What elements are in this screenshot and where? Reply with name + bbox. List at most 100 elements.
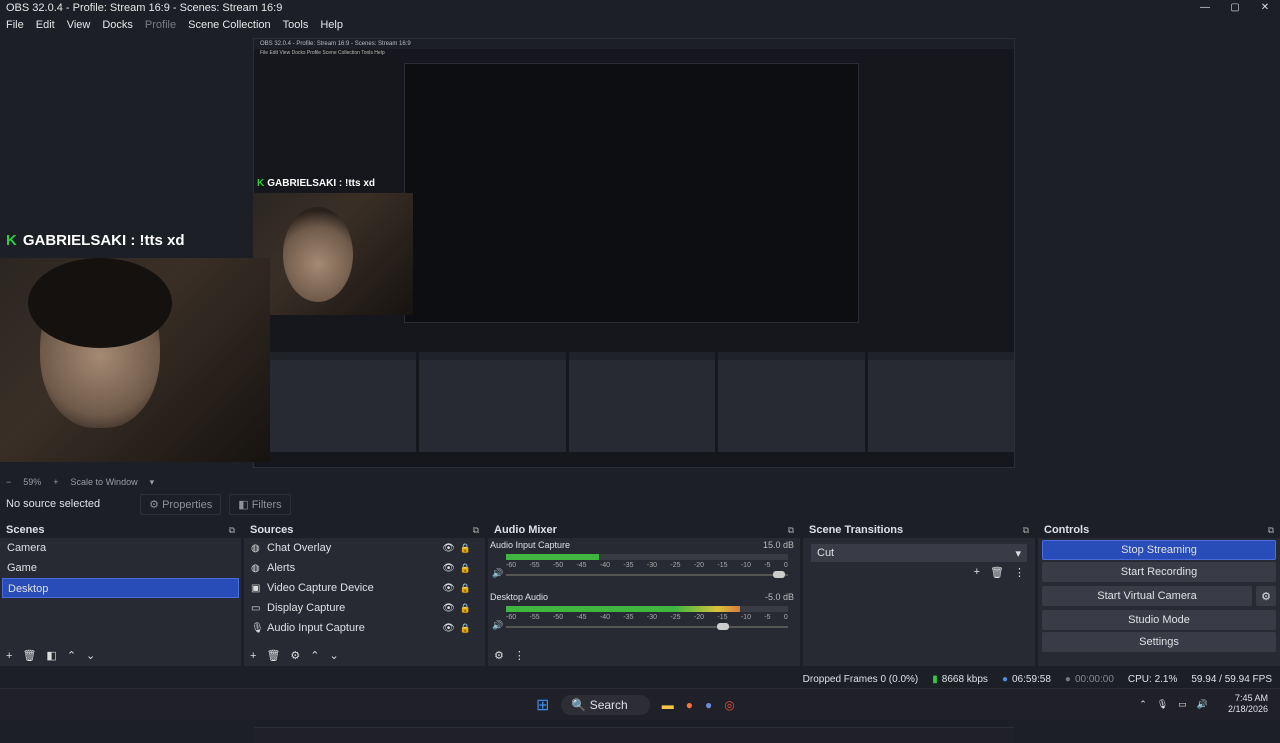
meter-tick-label: -10	[740, 614, 751, 621]
maximize-button[interactable]: ▢	[1220, 0, 1250, 14]
chevron-up-icon[interactable]: ⌃	[67, 649, 76, 662]
filters-button[interactable]: ◧ Filters	[229, 493, 291, 515]
lock-icon[interactable]: 🔒	[460, 623, 471, 634]
microphone-icon[interactable]: 🎙	[1157, 699, 1168, 710]
level-meter-fill	[506, 606, 741, 612]
source-item[interactable]: 🎙 Audio Input Capture 👁 🔒	[244, 618, 485, 638]
source-item[interactable]: ▣ Video Capture Device 👁 🔒	[244, 578, 485, 598]
gear-icon[interactable]: ⚙	[290, 649, 300, 662]
scene-item-game[interactable]: Game	[0, 558, 241, 578]
eye-icon[interactable]: 👁	[442, 563, 455, 574]
scene-item-desktop[interactable]: Desktop	[2, 578, 239, 598]
minimize-button[interactable]: —	[1190, 0, 1220, 14]
taskbar-search[interactable]: 🔍 Search	[561, 695, 650, 715]
menu-profile[interactable]: Profile	[145, 19, 176, 31]
menu-scene-collection[interactable]: Scene Collection	[188, 19, 271, 31]
close-button[interactable]: ✕	[1250, 0, 1280, 14]
volume-slider[interactable]	[506, 623, 788, 630]
trash-icon[interactable]: 🗑	[22, 649, 36, 662]
menu-file[interactable]: File	[6, 19, 24, 31]
undock-icon[interactable]: ⧉	[788, 525, 794, 536]
undock-icon[interactable]: ⧉	[1268, 525, 1274, 536]
eye-icon[interactable]: 👁	[442, 583, 455, 594]
meter-ticks: -60 -55 -50 -45 -40 -35 -30 -25 -20 -15 -10 -5 0	[506, 614, 788, 621]
volume-knob	[773, 571, 786, 578]
source-item[interactable]: ◍ Chat Overlay 👁 🔒	[244, 538, 485, 558]
source-item[interactable]: ◍ Alerts 👁 🔒	[244, 558, 485, 578]
start-virtual-camera-button[interactable]: Start Virtual Camera	[1042, 586, 1252, 606]
filter-icon[interactable]: ◧	[46, 649, 56, 662]
add-icon[interactable]: +	[974, 566, 980, 579]
meter-tick-label: -50	[552, 562, 564, 569]
meter-tick-label: -55	[529, 614, 540, 621]
menu-help[interactable]: Help	[320, 19, 343, 31]
os-taskbar: ⊞ 🔍 Search ▬ ● ● ◎ ⌃ 🎙 ▭ 🔊 7:45 AM 2/18/2…	[0, 688, 1280, 720]
discord-icon[interactable]: ●	[705, 698, 712, 712]
chevron-up-icon[interactable]: ⌃	[1139, 699, 1147, 710]
mixer-settings-icon[interactable]: ⚙	[494, 649, 504, 662]
bitrate: 8668 kbps	[941, 673, 988, 685]
zoom-value: 59%	[23, 477, 42, 487]
sources-dock: Sources ⧉ ◍ Chat Overlay 👁 🔒 ◍ Alerts 👁 🔒 ▣ Vide…	[244, 522, 485, 666]
meter-tick-label: -45	[576, 562, 587, 569]
network-icon[interactable]: ▭	[1178, 699, 1187, 710]
eye-icon[interactable]: 👁	[442, 623, 455, 634]
chevron-down-icon[interactable]: ⌄	[86, 649, 95, 662]
studio-mode-button[interactable]: Studio Mode	[1042, 610, 1276, 630]
lock-icon[interactable]: 🔒	[460, 563, 471, 574]
menu-edit[interactable]: Edit	[36, 19, 55, 31]
nested-title: OBS 32.0.4 - Profile: Stream 16:9 - Scen…	[254, 39, 1014, 49]
menu-tools[interactable]: Tools	[283, 19, 309, 31]
add-icon[interactable]: +	[6, 650, 12, 662]
chevron-down-icon: ▾	[1015, 547, 1021, 560]
settings-button[interactable]: Settings	[1042, 632, 1276, 652]
meter-tick-label: -35	[623, 562, 634, 569]
add-icon[interactable]: +	[250, 650, 256, 662]
menu-docks[interactable]: Docks	[102, 19, 133, 31]
speaker-icon[interactable]: 🔊	[492, 620, 503, 631]
meter-tick-label: -50	[552, 614, 564, 621]
eye-icon[interactable]: 👁	[442, 603, 455, 614]
more-icon[interactable]: ⋮	[1014, 566, 1025, 579]
meter-tick-label: -25	[670, 614, 681, 621]
lock-icon[interactable]: 🔒	[460, 543, 471, 554]
meter-tick-label: -60	[506, 614, 517, 621]
meter-tick-label: -60	[506, 562, 517, 569]
zoom-out-button[interactable]: −	[6, 477, 11, 487]
windows-start-icon[interactable]: ⊞	[536, 695, 549, 715]
obs-icon[interactable]: ◎	[724, 698, 734, 712]
source-item[interactable]: ▭ Display Capture 👁 🔒	[244, 598, 485, 618]
transition-select[interactable]: Cut ▾	[811, 544, 1027, 562]
zoom-mode-select[interactable]: Scale to Window	[71, 477, 138, 487]
undock-icon[interactable]: ⧉	[229, 525, 235, 536]
undock-icon[interactable]: ⧉	[473, 525, 479, 536]
more-icon[interactable]: ⋮	[514, 649, 525, 662]
volume-slider[interactable]	[506, 571, 788, 578]
chevron-up-icon[interactable]: ⌃	[310, 649, 319, 662]
eye-icon[interactable]: 👁	[442, 543, 455, 554]
clock[interactable]: 7:45 AM 2/18/2026	[1218, 693, 1268, 715]
trash-icon[interactable]: 🗑	[990, 566, 1004, 579]
start-recording-button[interactable]: Start Recording	[1042, 562, 1276, 582]
zoom-in-button[interactable]: +	[53, 477, 58, 487]
stop-streaming-button[interactable]: Stop Streaming	[1042, 540, 1276, 560]
folder-icon[interactable]: ▬	[662, 698, 674, 712]
source-status: No source selected	[6, 498, 101, 510]
chevron-down-icon[interactable]: ▾	[150, 477, 155, 488]
scene-item-camera[interactable]: Camera	[0, 538, 241, 558]
speaker-icon[interactable]: 🔊	[1197, 699, 1208, 710]
meter-tick-label: -10	[740, 562, 751, 569]
lock-icon[interactable]: 🔒	[460, 603, 471, 614]
trash-icon[interactable]: 🗑	[266, 649, 280, 662]
gear-icon[interactable]: ⚙	[1256, 586, 1276, 606]
transitions-title: Scene Transitions	[809, 524, 904, 536]
firefox-icon[interactable]: ●	[686, 698, 693, 712]
nested-preview	[404, 63, 859, 323]
lock-icon[interactable]: 🔒	[460, 583, 471, 594]
speaker-icon[interactable]: 🔊	[492, 568, 503, 579]
status-bar: Dropped Frames 0 (0.0%) ▮ 8668 kbps ● 06…	[0, 670, 1280, 688]
chevron-down-icon[interactable]: ⌄	[330, 649, 339, 662]
menu-view[interactable]: View	[67, 19, 91, 31]
undock-icon[interactable]: ⧉	[1023, 525, 1029, 536]
properties-button[interactable]: ⚙ Properties	[140, 493, 222, 515]
